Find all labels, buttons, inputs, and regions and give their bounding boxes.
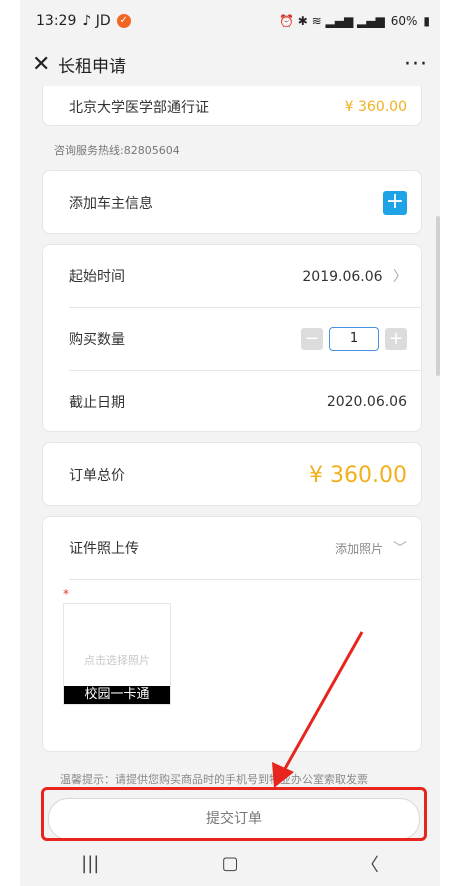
back-icon[interactable]: 〈 [361,851,379,877]
system-nav-bar: ||| ▢ 〈 [20,841,440,886]
annotation-arrow-icon [272,631,364,788]
home-icon[interactable]: ▢ [222,853,239,874]
phone-screen: 13:29 ♪ JD ✓ ⏰ ✱ ≋ ▂▄▆ ▂▄▆ 60% ▮ ✕ 长租申请 … [20,0,440,886]
recent-apps-icon[interactable]: ||| [81,853,99,874]
